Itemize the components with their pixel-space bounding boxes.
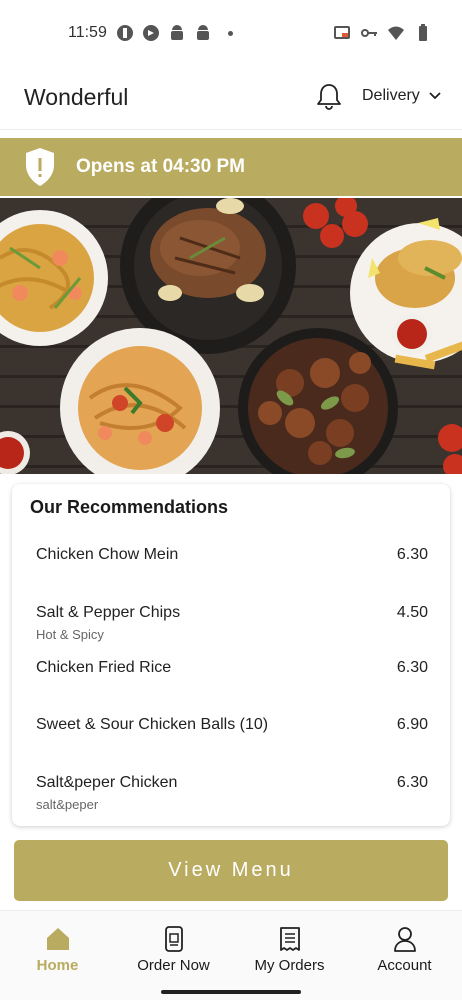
- order-now-icon: [164, 926, 183, 952]
- item-price: 4.50: [396, 604, 428, 621]
- opening-time-text: Opens at 04:30 PM: [76, 156, 245, 177]
- food-illustration: [0, 198, 462, 474]
- bottom-navigation: Home Order Now My Orders Account: [0, 910, 462, 980]
- recommendation-item[interactable]: Chicken Fried Rice 6.30: [12, 659, 450, 709]
- delivery-mode-label: Delivery: [362, 87, 420, 104]
- nav-home[interactable]: Home: [0, 925, 115, 974]
- chevron-down-icon: [429, 92, 441, 100]
- nav-account[interactable]: Account: [347, 925, 462, 974]
- nav-my-orders-label: My Orders: [254, 957, 325, 974]
- account-icon: [393, 927, 416, 952]
- android-icon: [197, 25, 209, 40]
- item-name: Chicken Fried Rice: [36, 659, 172, 676]
- app-notification-icon: [143, 25, 159, 41]
- app-notification-icon: [117, 25, 133, 41]
- item-name: Chicken Chow Mein: [36, 546, 179, 563]
- recommendations-title: Our Recommendations: [30, 497, 229, 517]
- restaurant-title: Wonderful: [24, 84, 129, 110]
- system-icons: [333, 24, 432, 42]
- receipt-icon: [279, 927, 300, 951]
- food-hero-image: [0, 198, 462, 474]
- more-notifications-dot: [228, 30, 233, 36]
- item-price: 6.90: [396, 716, 428, 733]
- view-menu-button[interactable]: View Menu: [14, 840, 448, 901]
- recommendation-item[interactable]: Salt&peper Chicken salt&peper 6.30: [12, 774, 450, 824]
- delivery-mode-selector[interactable]: Delivery: [362, 87, 442, 105]
- gesture-navigation-bar: [0, 980, 462, 1000]
- wifi-icon: [388, 26, 404, 40]
- recommendation-item[interactable]: Chicken Chow Mein 6.30: [12, 546, 450, 596]
- key-icon: [361, 29, 377, 37]
- recommendation-item[interactable]: Salt & Pepper Chips Hot & Spicy 4.50: [12, 604, 450, 654]
- item-price: 6.30: [396, 774, 428, 791]
- nav-order-now-label: Order Now: [137, 957, 210, 974]
- home-icon: [46, 928, 69, 950]
- item-name: Salt&peper Chicken: [36, 774, 178, 791]
- cast-icon: [334, 26, 350, 39]
- item-price: 6.30: [396, 546, 428, 563]
- home-gesture-handle[interactable]: [161, 990, 301, 994]
- recommendations-card: Our Recommendations Chicken Chow Mein 6.…: [12, 484, 450, 826]
- nav-home-label: Home: [36, 957, 79, 974]
- item-name: Sweet & Sour Chicken Balls (10): [36, 716, 269, 733]
- opening-time-banner: Opens at 04:30 PM: [0, 138, 462, 196]
- app-header: Wonderful Delivery: [0, 64, 462, 130]
- item-price: 6.30: [396, 659, 428, 676]
- bell-icon[interactable]: [316, 82, 342, 110]
- item-description: salt&peper: [36, 797, 99, 812]
- item-description: Hot & Spicy: [36, 627, 104, 642]
- item-name: Salt & Pepper Chips: [36, 604, 181, 621]
- android-icon: [171, 25, 183, 40]
- battery-icon: [419, 24, 427, 41]
- recommendation-item[interactable]: Sweet & Sour Chicken Balls (10) 6.90: [12, 716, 450, 766]
- status-bar: 11:59: [0, 0, 462, 64]
- nav-my-orders[interactable]: My Orders: [232, 925, 347, 974]
- shield-icon: [26, 148, 54, 186]
- status-time: 11:59: [68, 24, 107, 41]
- notification-icons: [116, 24, 233, 42]
- nav-order-now[interactable]: Order Now: [116, 925, 231, 974]
- nav-account-label: Account: [377, 957, 432, 974]
